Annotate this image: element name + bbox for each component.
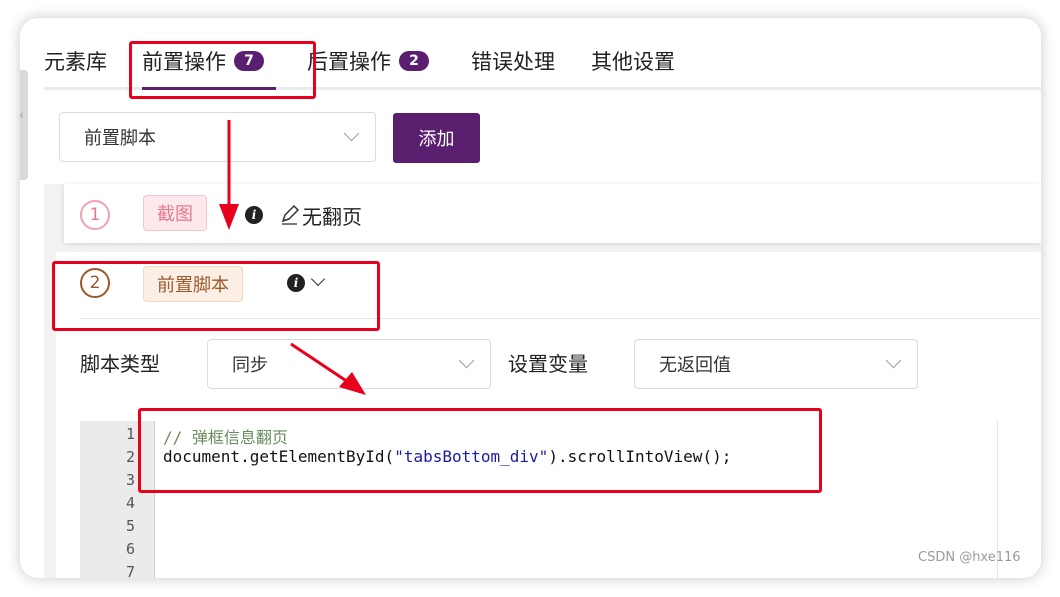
annotation-arrows bbox=[219, 120, 366, 395]
